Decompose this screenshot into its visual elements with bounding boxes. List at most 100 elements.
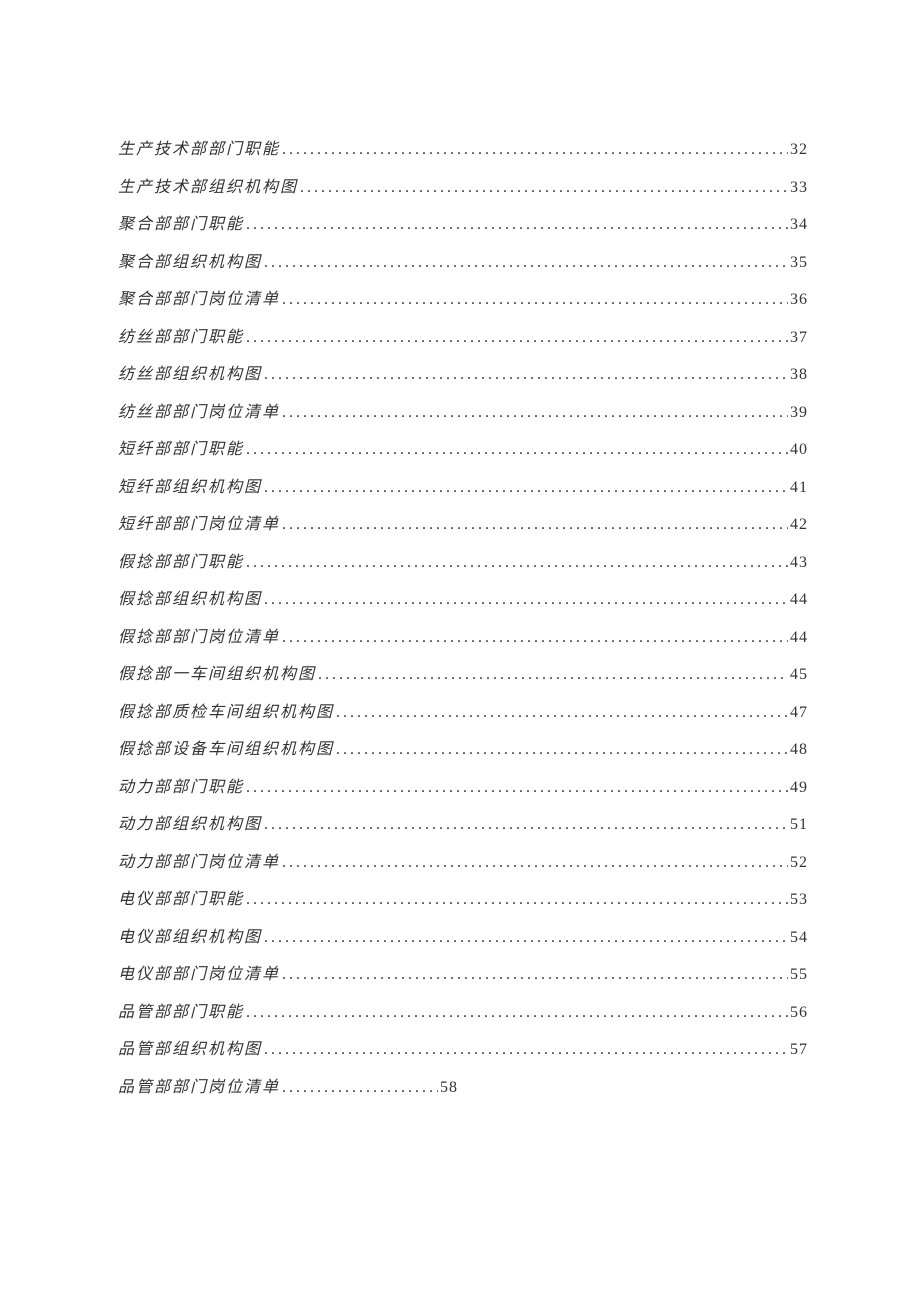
toc-title: 假捻部质检车间组织机构图 bbox=[118, 698, 334, 722]
toc-title: 短纤部组织机构图 bbox=[118, 473, 262, 497]
toc-page-number: 55 bbox=[790, 966, 808, 984]
toc-page-number: 37 bbox=[790, 329, 808, 347]
toc-leader-dots bbox=[246, 554, 788, 572]
toc-leader-dots bbox=[282, 404, 788, 422]
toc-title: 假捻部部门职能 bbox=[118, 548, 244, 572]
toc-title: 生产技术部组织机构图 bbox=[118, 173, 298, 197]
toc-entry: 品管部组织机构图 57 bbox=[118, 1035, 808, 1073]
toc-leader-dots bbox=[282, 629, 788, 647]
toc-entry: 电仪部部门职能 53 bbox=[118, 885, 808, 923]
toc-leader-dots bbox=[246, 329, 788, 347]
toc-leader-dots bbox=[282, 516, 788, 534]
toc-page-number: 43 bbox=[790, 554, 808, 572]
toc-entry: 聚合部部门职能 34 bbox=[118, 210, 808, 248]
toc-title: 纺丝部组织机构图 bbox=[118, 360, 262, 384]
toc-title: 聚合部部门岗位清单 bbox=[118, 285, 280, 309]
toc-page-number: 42 bbox=[790, 516, 808, 534]
toc-entry: 生产技术部组织机构图 33 bbox=[118, 173, 808, 211]
toc-entry: 纺丝部组织机构图 38 bbox=[118, 360, 808, 398]
toc-leader-dots bbox=[246, 1004, 788, 1022]
toc-page-number: 35 bbox=[790, 254, 808, 272]
toc-leader-dots bbox=[246, 779, 788, 797]
toc-entry: 假捻部设备车间组织机构图 48 bbox=[118, 735, 808, 773]
toc-title: 聚合部组织机构图 bbox=[118, 248, 262, 272]
toc-page-number: 53 bbox=[790, 891, 808, 909]
toc-page-number: 48 bbox=[790, 741, 808, 759]
toc-title: 电仪部组织机构图 bbox=[118, 923, 262, 947]
toc-entry: 电仪部组织机构图 54 bbox=[118, 923, 808, 961]
toc-page-number: 33 bbox=[790, 179, 808, 197]
toc-title: 聚合部部门职能 bbox=[118, 210, 244, 234]
toc-entry: 假捻部一车间组织机构图 45 bbox=[118, 660, 808, 698]
toc-page-number: 49 bbox=[790, 779, 808, 797]
toc-leader-dots bbox=[282, 854, 788, 872]
toc-title: 动力部部门岗位清单 bbox=[118, 848, 280, 872]
toc-title: 短纤部部门职能 bbox=[118, 435, 244, 459]
toc-entry: 动力部部门岗位清单 52 bbox=[118, 848, 808, 886]
toc-page-number: 47 bbox=[790, 704, 808, 722]
toc-entry: 纺丝部部门岗位清单 39 bbox=[118, 398, 808, 436]
toc-leader-dots bbox=[300, 179, 788, 197]
toc-entry: 纺丝部部门职能 37 bbox=[118, 323, 808, 361]
toc-entry: 品管部部门职能 56 bbox=[118, 998, 808, 1036]
toc-page-number: 36 bbox=[790, 291, 808, 309]
toc-leader-dots bbox=[264, 1041, 788, 1059]
toc-entry: 电仪部部门岗位清单 55 bbox=[118, 960, 808, 998]
toc-entry: 短纤部部门岗位清单 42 bbox=[118, 510, 808, 548]
toc-title: 假捻部部门岗位清单 bbox=[118, 623, 280, 647]
toc-page-number: 44 bbox=[790, 629, 808, 647]
table-of-contents: 生产技术部部门职能 32 生产技术部组织机构图 33 聚合部部门职能 34 聚合… bbox=[118, 135, 808, 1110]
toc-entry: 品管部部门岗位清单 58 bbox=[118, 1073, 458, 1111]
toc-page-number: 41 bbox=[790, 479, 808, 497]
toc-title: 生产技术部部门职能 bbox=[118, 135, 280, 159]
toc-title: 假捻部一车间组织机构图 bbox=[118, 660, 316, 684]
toc-title: 纺丝部部门岗位清单 bbox=[118, 398, 280, 422]
toc-leader-dots bbox=[336, 741, 788, 759]
toc-entry: 假捻部质检车间组织机构图 47 bbox=[118, 698, 808, 736]
toc-page-number: 40 bbox=[790, 441, 808, 459]
toc-entry: 动力部部门职能 49 bbox=[118, 773, 808, 811]
toc-title: 电仪部部门岗位清单 bbox=[118, 960, 280, 984]
toc-title: 动力部组织机构图 bbox=[118, 810, 262, 834]
toc-page-number: 57 bbox=[790, 1041, 808, 1059]
toc-entry: 假捻部部门职能 43 bbox=[118, 548, 808, 586]
toc-page-number: 51 bbox=[790, 816, 808, 834]
toc-title: 假捻部组织机构图 bbox=[118, 585, 262, 609]
toc-leader-dots bbox=[282, 1079, 438, 1097]
toc-title: 品管部部门岗位清单 bbox=[118, 1073, 280, 1097]
toc-entry: 短纤部组织机构图 41 bbox=[118, 473, 808, 511]
toc-page-number: 32 bbox=[790, 141, 808, 159]
toc-entry: 聚合部部门岗位清单 36 bbox=[118, 285, 808, 323]
toc-page-number: 54 bbox=[790, 929, 808, 947]
toc-page-number: 34 bbox=[790, 216, 808, 234]
toc-entry: 动力部组织机构图 51 bbox=[118, 810, 808, 848]
toc-leader-dots bbox=[264, 366, 788, 384]
toc-leader-dots bbox=[282, 141, 788, 159]
toc-title: 电仪部部门职能 bbox=[118, 885, 244, 909]
toc-leader-dots bbox=[264, 254, 788, 272]
toc-entry: 短纤部部门职能 40 bbox=[118, 435, 808, 473]
toc-leader-dots bbox=[264, 929, 788, 947]
toc-entry: 生产技术部部门职能 32 bbox=[118, 135, 808, 173]
toc-leader-dots bbox=[264, 591, 788, 609]
toc-page-number: 44 bbox=[790, 591, 808, 609]
toc-title: 品管部部门职能 bbox=[118, 998, 244, 1022]
toc-entry: 聚合部组织机构图 35 bbox=[118, 248, 808, 286]
toc-leader-dots bbox=[318, 666, 788, 684]
toc-page-number: 58 bbox=[440, 1079, 458, 1097]
toc-page-number: 39 bbox=[790, 404, 808, 422]
toc-entry: 假捻部组织机构图 44 bbox=[118, 585, 808, 623]
toc-title: 假捻部设备车间组织机构图 bbox=[118, 735, 334, 759]
toc-leader-dots bbox=[246, 441, 788, 459]
toc-entry: 假捻部部门岗位清单 44 bbox=[118, 623, 808, 661]
toc-leader-dots bbox=[282, 291, 788, 309]
toc-title: 动力部部门职能 bbox=[118, 773, 244, 797]
toc-leader-dots bbox=[246, 891, 788, 909]
toc-page-number: 52 bbox=[790, 854, 808, 872]
toc-title: 短纤部部门岗位清单 bbox=[118, 510, 280, 534]
toc-leader-dots bbox=[282, 966, 788, 984]
toc-page-number: 45 bbox=[790, 666, 808, 684]
toc-leader-dots bbox=[264, 816, 788, 834]
toc-page-number: 56 bbox=[790, 1004, 808, 1022]
toc-leader-dots bbox=[264, 479, 788, 497]
